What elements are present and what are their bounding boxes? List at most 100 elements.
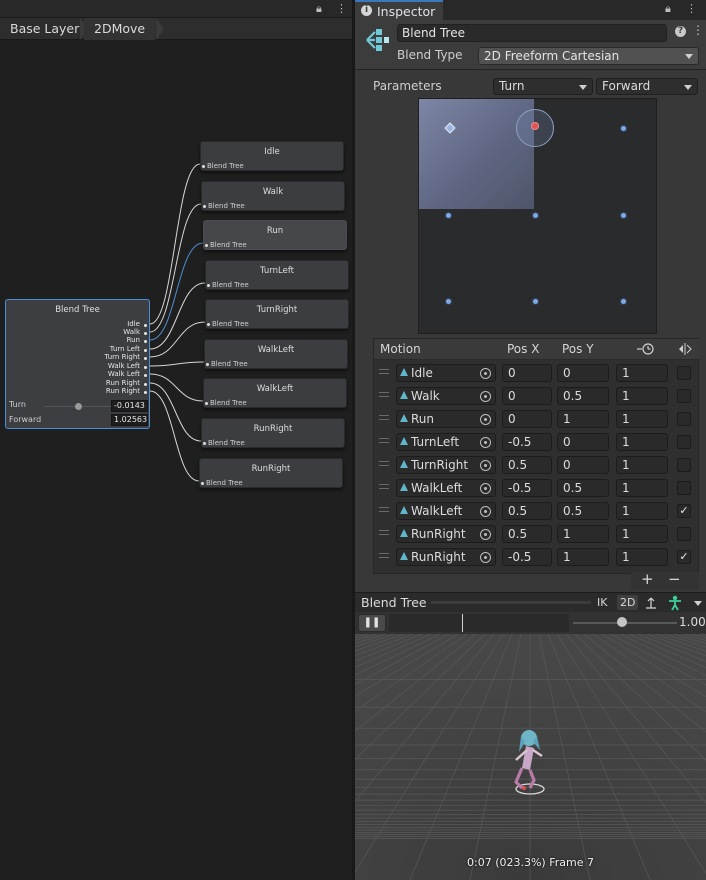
motion-row[interactable]: WalkLeft 0.5 0.5 1 ✓ <box>374 499 700 522</box>
object-picker-icon[interactable] <box>480 437 491 448</box>
turn-value-field[interactable]: -0.0143 <box>111 400 148 412</box>
speed-field[interactable]: 1 <box>616 502 668 520</box>
playback-speed-knob[interactable] <box>617 617 627 627</box>
pos-x-field[interactable]: -0.5 <box>502 433 552 451</box>
blend-point[interactable] <box>533 299 538 304</box>
forward-value-field[interactable]: 1.02563 <box>111 414 148 426</box>
mirror-checkbox[interactable] <box>677 458 691 472</box>
ik-toggle[interactable]: IK <box>597 596 607 609</box>
pos-y-field[interactable]: 0 <box>557 364 609 382</box>
pos-y-field[interactable]: 1 <box>557 410 609 428</box>
output-port[interactable] <box>144 357 147 360</box>
object-picker-icon[interactable] <box>480 460 491 471</box>
blend-point[interactable] <box>621 299 626 304</box>
mode-2d-toggle[interactable]: 2D <box>617 595 639 610</box>
output-port[interactable] <box>144 340 147 343</box>
param-x-dropdown[interactable]: Turn <box>493 78 593 95</box>
graph-canvas[interactable]: Idle Blend Tree Walk Blend Tree Run Blen… <box>0 40 352 880</box>
motion-object-field[interactable]: Walk <box>396 387 496 405</box>
child-node-run[interactable]: Run Blend Tree <box>203 220 347 250</box>
motion-object-field[interactable]: Run <box>396 410 496 428</box>
blend-point[interactable] <box>621 213 626 218</box>
child-node-walkleft-mirror[interactable]: WalkLeft Blend Tree <box>203 378 347 408</box>
component-menu-icon[interactable]: ⋮ <box>692 23 704 37</box>
speed-field[interactable]: 1 <box>616 364 668 382</box>
child-node-walkleft[interactable]: WalkLeft Blend Tree <box>204 339 348 369</box>
object-picker-icon[interactable] <box>480 391 491 402</box>
pos-y-field[interactable]: 0.5 <box>557 502 609 520</box>
motion-row[interactable]: WalkLeft -0.5 0.5 1 <box>374 476 700 499</box>
drag-handle[interactable] <box>379 484 389 489</box>
pos-x-field[interactable]: 0 <box>502 410 552 428</box>
turn-slider[interactable] <box>44 403 112 410</box>
blend-space-graph[interactable] <box>418 98 657 334</box>
output-port[interactable] <box>144 383 147 386</box>
motion-object-field[interactable]: Idle <box>396 364 496 382</box>
breadcrumb-2dmove[interactable]: 2DMove <box>84 18 156 40</box>
mirror-checkbox[interactable] <box>677 481 691 495</box>
motion-row[interactable]: Run 0 1 1 <box>374 407 700 430</box>
object-picker-icon[interactable] <box>480 529 491 540</box>
drag-handle[interactable] <box>379 392 389 397</box>
drag-handle[interactable] <box>379 369 389 374</box>
kebab-menu-icon[interactable]: ⋮ <box>336 2 347 15</box>
help-icon[interactable]: ? <box>675 26 686 37</box>
name-field[interactable]: Blend Tree <box>397 24 667 42</box>
child-node-runright[interactable]: RunRight Blend Tree <box>201 418 345 448</box>
motion-row[interactable]: TurnLeft -0.5 0 1 <box>374 430 700 453</box>
tab-inspector[interactable]: i Inspector <box>355 0 443 20</box>
blend-point[interactable] <box>621 126 626 131</box>
object-picker-icon[interactable] <box>480 552 491 563</box>
mirror-checkbox[interactable]: ✓ <box>677 550 691 564</box>
motion-row[interactable]: TurnRight 0.5 0 1 <box>374 453 700 476</box>
pos-y-field[interactable]: 0 <box>557 456 609 474</box>
pos-x-field[interactable]: -0.5 <box>502 479 552 497</box>
child-node-turnleft[interactable]: TurnLeft Blend Tree <box>205 260 349 290</box>
pos-x-field[interactable]: 0 <box>502 364 552 382</box>
child-node-runright-mirror[interactable]: RunRight Blend Tree <box>199 458 343 488</box>
breadcrumb-base-layer[interactable]: Base Layer <box>0 18 79 40</box>
output-port[interactable] <box>144 349 147 352</box>
preview-drag-handle[interactable] <box>431 601 591 604</box>
blend-point[interactable] <box>446 213 451 218</box>
mirror-checkbox[interactable] <box>677 389 691 403</box>
speed-field[interactable]: 1 <box>616 387 668 405</box>
chevron-down-icon[interactable] <box>694 601 702 606</box>
motion-object-field[interactable]: TurnLeft <box>396 433 496 451</box>
output-port[interactable] <box>144 324 147 327</box>
pos-y-field[interactable]: 0.5 <box>557 387 609 405</box>
output-port[interactable] <box>144 332 147 335</box>
preview-viewport[interactable]: 0:07 (023.3%) Frame 7 <box>355 634 706 880</box>
mirror-checkbox[interactable] <box>677 527 691 541</box>
kebab-menu-icon[interactable]: ⋮ <box>686 2 697 15</box>
pos-x-field[interactable]: 0.5 <box>502 525 552 543</box>
pos-y-field[interactable]: 0.5 <box>557 479 609 497</box>
timeline-cursor[interactable] <box>462 614 463 632</box>
speed-field[interactable]: 1 <box>616 456 668 474</box>
motion-row[interactable]: RunRight -0.5 1 1 ✓ <box>374 545 700 568</box>
pos-x-field[interactable]: 0.5 <box>502 456 552 474</box>
remove-motion-button[interactable]: − <box>668 570 681 588</box>
pos-y-field[interactable]: 1 <box>557 548 609 566</box>
motion-row[interactable]: Walk 0 0.5 1 <box>374 384 700 407</box>
pos-x-field[interactable]: 0 <box>502 387 552 405</box>
object-picker-icon[interactable] <box>480 506 491 517</box>
motion-object-field[interactable]: TurnRight <box>396 456 496 474</box>
pos-x-field[interactable]: 0.5 <box>502 502 552 520</box>
drag-handle[interactable] <box>379 530 389 535</box>
param-y-dropdown[interactable]: Forward <box>596 78 698 95</box>
turn-slider-knob[interactable] <box>75 403 82 410</box>
pivot-icon[interactable] <box>644 596 658 610</box>
speed-field[interactable]: 1 <box>616 479 668 497</box>
avatar-icon[interactable] <box>667 595 683 611</box>
preview-timeline[interactable] <box>389 614 569 632</box>
output-port[interactable] <box>144 391 147 394</box>
motion-object-field[interactable]: WalkLeft <box>396 502 496 520</box>
blend-tree-node[interactable]: Blend Tree Idle Walk Run Turn Left Turn … <box>5 299 150 429</box>
drag-handle[interactable] <box>379 553 389 558</box>
child-node-walk[interactable]: Walk Blend Tree <box>201 181 345 211</box>
mirror-checkbox[interactable] <box>677 366 691 380</box>
motion-row[interactable]: RunRight 0.5 1 1 <box>374 522 700 545</box>
object-picker-icon[interactable] <box>480 483 491 494</box>
object-picker-icon[interactable] <box>480 368 491 379</box>
